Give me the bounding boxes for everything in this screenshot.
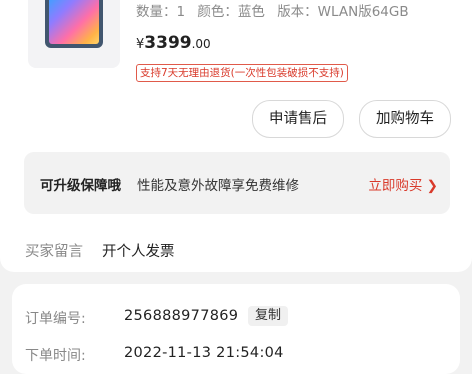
tablet-screen: [49, 0, 99, 44]
order-product-card: 数量：1 颜色：蓝色 版本：WLAN版64GB ¥3399.00 支持7天无理由…: [0, 0, 472, 272]
protection-desc: 性能及意外故障享免费维修: [137, 178, 299, 194]
protection-title: 可升级保障哦: [40, 178, 121, 194]
buyer-message-value: 开个人发票: [102, 244, 175, 260]
protection-upgrade-banner[interactable]: 可升级保障哦 性能及意外故障享免费维修 立即购买 ❯: [24, 152, 450, 214]
spec-version: 版本：WLAN版64GB: [277, 4, 409, 20]
product-spec: 数量：1 颜色：蓝色 版本：WLAN版64GB: [136, 0, 417, 20]
price-integer: 3399: [144, 33, 192, 53]
order-time-value: 2022-11-13 21:54:04: [124, 345, 284, 361]
product-thumbnail[interactable]: [28, 0, 120, 68]
order-number-label: 订单编号:: [25, 311, 86, 327]
spec-quantity: 数量：1: [136, 4, 186, 20]
buyer-message-label: 买家留言: [25, 244, 83, 260]
copy-order-number-button[interactable]: 复制: [248, 306, 289, 326]
order-time-label: 下单时间:: [25, 348, 86, 364]
product-price: ¥3399.00: [136, 33, 211, 53]
add-to-cart-button[interactable]: 加购物车: [359, 100, 451, 138]
price-decimal: .00: [191, 37, 211, 51]
spec-color: 颜色：蓝色: [197, 4, 265, 20]
order-number-value: 256888977869: [124, 308, 239, 324]
tablet-product-image: [45, 0, 103, 48]
return-policy-tag: 支持7天无理由退货(一次性包装破损不支持): [136, 64, 348, 82]
after-sale-button[interactable]: 申请售后: [252, 100, 344, 138]
buy-now-link[interactable]: 立即购买 ❯: [368, 174, 438, 194]
